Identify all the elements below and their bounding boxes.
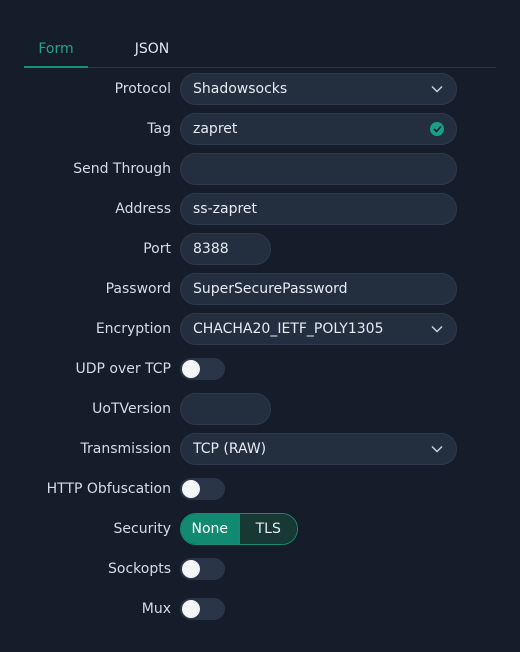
sockopts-label: Sockopts [108, 561, 171, 577]
http-obfuscation-label: HTTP Obfuscation [46, 481, 171, 497]
udp-over-tcp-label: UDP over TCP [75, 361, 171, 377]
tag-value: zapret [193, 121, 238, 137]
toggle-knob [182, 560, 200, 578]
address-label: Address [115, 201, 171, 217]
tag-input[interactable]: zapret [180, 113, 457, 145]
chevron-down-icon [430, 442, 444, 456]
check-circle-icon [430, 122, 444, 136]
security-option-tls[interactable]: TLS [238, 514, 297, 544]
send-through-input[interactable] [180, 153, 457, 185]
protocol-select[interactable]: Shadowsocks [180, 73, 457, 105]
udp-over-tcp-toggle[interactable] [180, 358, 225, 380]
tag-label: Tag [147, 121, 171, 137]
mux-label: Mux [141, 601, 171, 617]
port-input[interactable]: 8388 [180, 233, 271, 265]
active-tab-indicator [24, 66, 88, 68]
sockopts-toggle[interactable] [180, 558, 225, 580]
transmission-value: TCP (RAW) [193, 441, 267, 457]
port-label: Port [143, 241, 171, 257]
password-label: Password [105, 281, 171, 297]
mux-toggle[interactable] [180, 598, 225, 620]
address-value: ss-zapret [193, 201, 258, 217]
encryption-select[interactable]: CHACHA20_IETF_POLY1305 [180, 313, 457, 345]
protocol-label: Protocol [114, 81, 171, 97]
http-obfuscation-toggle[interactable] [180, 478, 225, 500]
port-value: 8388 [193, 241, 229, 257]
security-label: Security [113, 521, 172, 537]
uot-version-input[interactable] [180, 393, 271, 425]
tab-bar: Form JSON [24, 30, 496, 68]
transmission-label: Transmission [80, 441, 171, 457]
password-input[interactable]: SuperSecurePassword [180, 273, 457, 305]
security-option-none[interactable]: None [181, 514, 239, 544]
transmission-select[interactable]: TCP (RAW) [180, 433, 457, 465]
tab-json[interactable]: JSON [120, 30, 184, 67]
protocol-value: Shadowsocks [193, 81, 288, 97]
send-through-label: Send Through [73, 161, 171, 177]
chevron-down-icon [430, 322, 444, 336]
security-segmented-control: None TLS [180, 513, 298, 545]
toggle-knob [182, 600, 200, 618]
tab-form[interactable]: Form [24, 30, 88, 67]
toggle-knob [182, 480, 200, 498]
uot-version-label: UoTVersion [92, 401, 171, 417]
chevron-down-icon [430, 82, 444, 96]
toggle-knob [182, 360, 200, 378]
encryption-value: CHACHA20_IETF_POLY1305 [193, 321, 384, 337]
password-value: SuperSecurePassword [193, 281, 348, 297]
encryption-label: Encryption [95, 321, 171, 337]
address-input[interactable]: ss-zapret [180, 193, 457, 225]
